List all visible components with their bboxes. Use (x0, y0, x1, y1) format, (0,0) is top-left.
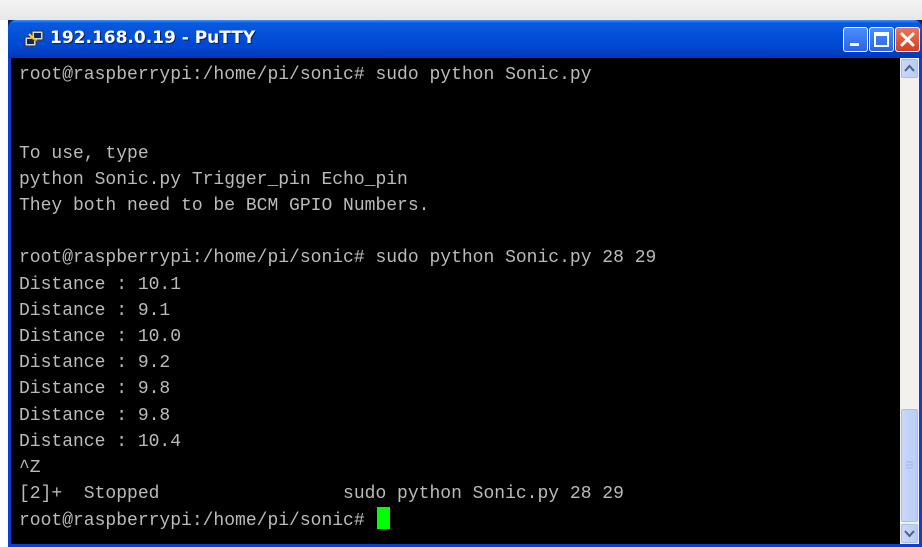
terminal-line: Distance : 9.1 (19, 301, 171, 321)
close-button[interactable] (895, 27, 920, 52)
terminal-prompt: root@raspberrypi:/home/pi/sonic# (19, 511, 376, 531)
maximize-icon (874, 32, 889, 47)
grip-icon (906, 461, 913, 469)
scroll-down-button[interactable] (901, 524, 918, 543)
putty-icon (24, 30, 44, 47)
terminal-prompt-line: root@raspberrypi:/home/pi/sonic# (19, 507, 391, 533)
terminal-line: [2]+ Stopped sudo python Sonic.py 28 29 (19, 484, 624, 504)
window-title: 192.168.0.19 - PuTTY (50, 28, 256, 48)
minimize-button[interactable] (843, 27, 868, 52)
terminal-line: Distance : 9.2 (19, 353, 171, 373)
terminal-line: root@raspberrypi:/home/pi/sonic# sudo py… (19, 65, 592, 85)
putty-window: 192.168.0.19 - PuTTY root@raspberrypi:/h… (8, 20, 922, 547)
terminal-line: Distance : 10.0 (19, 327, 182, 347)
terminal-line: Distance : 10.4 (19, 432, 182, 452)
minimize-icon (850, 43, 859, 46)
chevron-up-icon (904, 64, 915, 72)
terminal-line: Distance : 10.1 (19, 275, 182, 295)
chevron-down-icon (904, 530, 915, 538)
terminal-line: To use, type (19, 144, 149, 164)
maximize-button[interactable] (869, 27, 894, 52)
terminal-line: ^Z (19, 458, 41, 478)
terminal-area[interactable]: root@raspberrypi:/home/pi/sonic# sudo py… (11, 58, 900, 544)
terminal-line: root@raspberrypi:/home/pi/sonic# sudo py… (19, 248, 657, 268)
window-frame: root@raspberrypi:/home/pi/sonic# sudo py… (8, 58, 922, 547)
background-window-edge (0, 0, 922, 20)
close-icon (900, 32, 915, 47)
terminal-cursor (377, 507, 391, 529)
title-bar[interactable]: 192.168.0.19 - PuTTY (8, 20, 922, 58)
vertical-scrollbar[interactable] (900, 58, 919, 544)
terminal-line: Distance : 9.8 (19, 379, 171, 399)
scrollbar-thumb[interactable] (901, 409, 918, 522)
terminal-line: Distance : 9.8 (19, 406, 171, 426)
terminal-line: python Sonic.py Trigger_pin Echo_pin (19, 170, 408, 190)
terminal-line: They both need to be BCM GPIO Numbers. (19, 196, 430, 216)
scroll-up-button[interactable] (901, 59, 918, 78)
